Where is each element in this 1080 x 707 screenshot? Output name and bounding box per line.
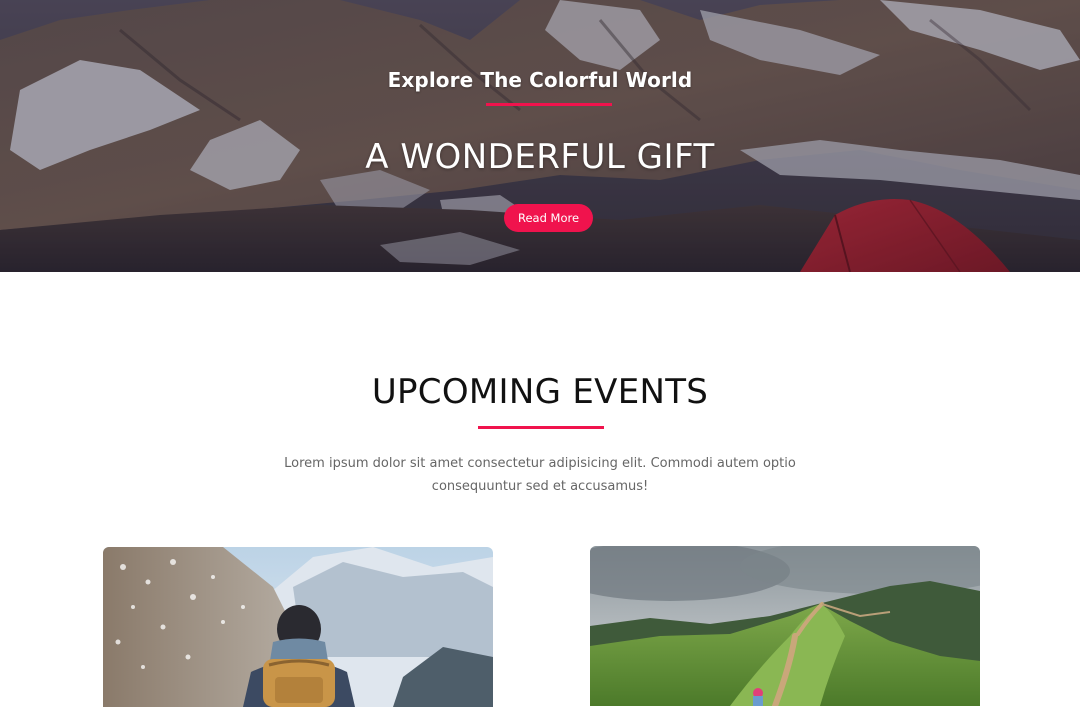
event-card-image[interactable] — [590, 546, 980, 706]
events-title-underline — [478, 426, 604, 429]
hiker-mountain-image — [103, 547, 493, 707]
read-more-button[interactable]: Read More — [504, 204, 593, 232]
hero-kicker-underline — [486, 103, 612, 106]
events-description: Lorem ipsum dolor sit amet consectetur a… — [284, 456, 796, 494]
events-title: UPCOMING EVENTS — [371, 372, 709, 412]
hero-title: A WONDERFUL GIFT — [365, 137, 715, 177]
hero-kicker: Explore The Colorful World — [387, 68, 693, 92]
upcoming-events-section: UPCOMING EVENTS Lorem ipsum dolor sit am… — [0, 272, 1080, 707]
green-ridge-image — [590, 546, 980, 706]
hero-banner: Explore The Colorful World A WONDERFUL G… — [0, 0, 1080, 272]
event-card-image[interactable] — [103, 547, 493, 707]
